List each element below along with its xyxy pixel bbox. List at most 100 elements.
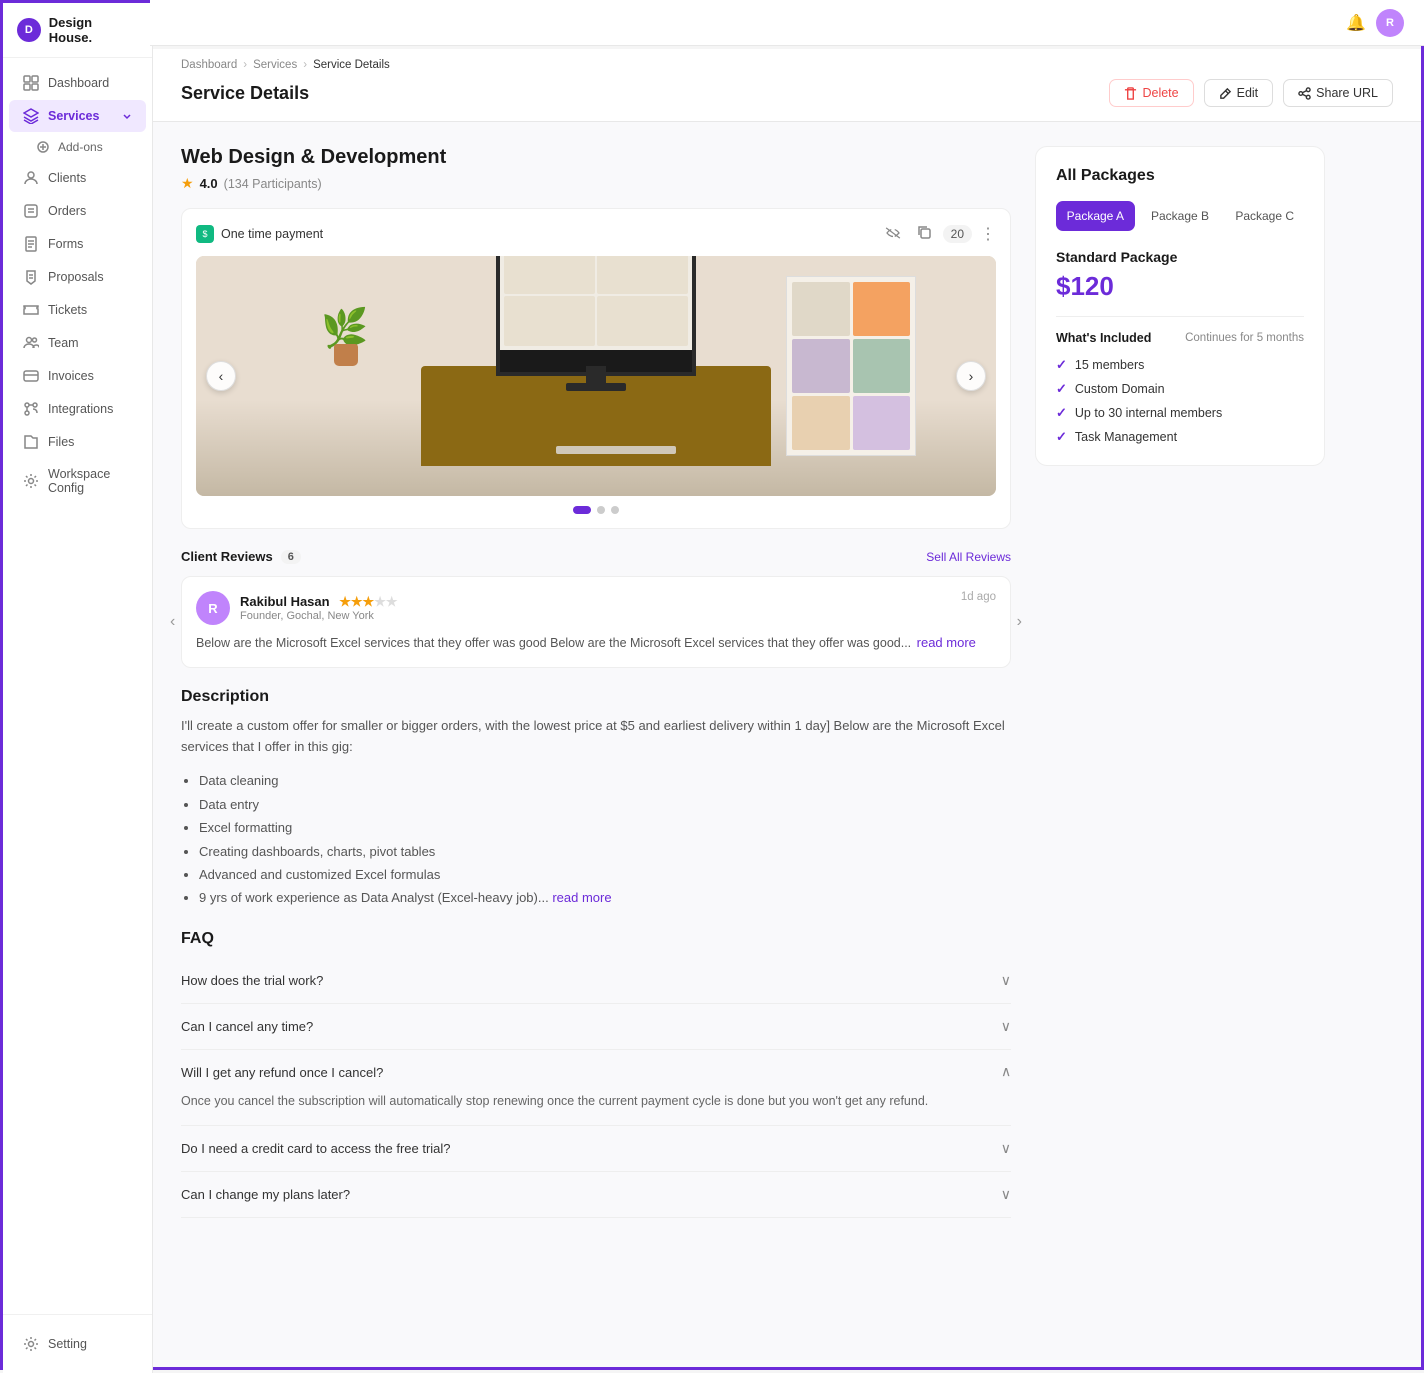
sidebar-item-addons[interactable]: Add-ons [3, 133, 152, 161]
sidebar-item-integrations-label: Integrations [48, 402, 113, 416]
brand-name: Design House. [49, 15, 138, 45]
integrations-icon [23, 401, 39, 417]
sidebar-item-tickets-label: Tickets [48, 303, 87, 317]
faq-item-5: Can I change my plans later? ∨ [181, 1172, 1011, 1218]
package-tab-b[interactable]: Package B [1141, 201, 1220, 231]
plant: 🌿 [316, 266, 376, 366]
feature-item-2: ✓ Custom Domain [1056, 381, 1304, 397]
review-stars: ★★★★★ [339, 594, 397, 609]
sidebar: D Design House. Dashboard Services [3, 3, 153, 1373]
reviews-title: Client Reviews 6 [181, 549, 301, 564]
see-all-reviews-link[interactable]: Sell All Reviews [926, 550, 1011, 564]
team-icon [23, 335, 39, 351]
review-read-more-link[interactable]: read more [917, 635, 976, 650]
share-button[interactable]: Share URL [1283, 79, 1393, 107]
sidebar-item-dashboard-label: Dashboard [48, 76, 109, 90]
reviews-header: Client Reviews 6 Sell All Reviews [181, 549, 1011, 564]
mood-card-4 [853, 339, 911, 393]
sidebar-item-team[interactable]: Team [9, 327, 146, 359]
review-next-button[interactable]: › [1017, 613, 1022, 631]
media-actions: 20 ⋮ [881, 223, 996, 244]
breadcrumb-current: Service Details [313, 59, 390, 71]
payment-type-label: $ One time payment [196, 225, 323, 243]
reviewer-role: Founder, Gochal, New York [240, 610, 398, 622]
breadcrumb-services[interactable]: Services [253, 59, 297, 71]
files-icon [23, 434, 39, 450]
clients-icon [23, 170, 39, 186]
review-header: R Rakibul Hasan ★★★★★ Founder, Gochal, N… [196, 591, 996, 625]
faq-item-1: How does the trial work? ∨ [181, 958, 1011, 1004]
package-tab-c[interactable]: Package C [1225, 201, 1304, 231]
avatar[interactable]: R [1376, 9, 1404, 37]
faq-chevron-down-icon: ∨ [1001, 1140, 1011, 1157]
sidebar-item-services[interactable]: Services [9, 100, 146, 132]
carousel-next-button[interactable]: › [956, 361, 986, 391]
sidebar-item-dashboard[interactable]: Dashboard [9, 67, 146, 99]
topbar: 🔔 R [150, 0, 1424, 46]
sidebar-item-addons-label: Add-ons [58, 140, 103, 154]
more-options-icon[interactable]: ⋮ [980, 224, 996, 244]
notification-bell-icon[interactable]: 🔔 [1346, 13, 1366, 33]
description-read-more-link[interactable]: read more [552, 890, 611, 905]
sidebar-item-team-label: Team [48, 336, 79, 350]
monitor-screen [500, 256, 692, 350]
feature-item-3: ✓ Up to 30 internal members [1056, 405, 1304, 421]
logo[interactable]: D Design House. [3, 3, 152, 58]
sidebar-bottom: Setting [3, 1314, 152, 1373]
reviewer-details: Rakibul Hasan ★★★★★ Founder, Gochal, New… [240, 594, 398, 622]
list-item: Excel formatting [199, 816, 1011, 839]
breadcrumb-dashboard[interactable]: Dashboard [181, 59, 237, 71]
faq-question-1[interactable]: How does the trial work? ∨ [181, 972, 1011, 989]
faq-section: FAQ How does the trial work? ∨ Can I can… [181, 930, 1011, 1218]
eye-hide-icon[interactable] [881, 224, 905, 244]
left-column: Web Design & Development ★ 4.0 (134 Part… [181, 146, 1011, 1218]
check-icon: ✓ [1056, 357, 1067, 373]
copy-icon[interactable] [913, 223, 935, 244]
sidebar-item-files[interactable]: Files [9, 426, 146, 458]
sidebar-item-tickets[interactable]: Tickets [9, 294, 146, 326]
media-count: 20 [943, 225, 972, 243]
review-prev-button[interactable]: ‹ [170, 613, 175, 631]
mood-card-5 [792, 396, 850, 450]
faq-question-5[interactable]: Can I change my plans later? ∨ [181, 1186, 1011, 1203]
faq-question-4[interactable]: Do I need a credit card to access the fr… [181, 1140, 1011, 1157]
sidebar-item-clients[interactable]: Clients [9, 162, 146, 194]
page-title: Service Details [181, 83, 309, 104]
sidebar-item-invoices[interactable]: Invoices [9, 360, 146, 392]
sidebar-item-workspace-config[interactable]: Workspace Config [9, 459, 146, 503]
faq-chevron-down-icon: ∨ [1001, 1018, 1011, 1035]
delete-button[interactable]: Delete [1109, 79, 1193, 107]
desk-scene-illustration: 🌿 [196, 256, 996, 496]
workspace-config-icon [23, 473, 39, 489]
continues-text: Continues for 5 months [1185, 332, 1304, 344]
carousel-dot-2[interactable] [597, 506, 605, 514]
sidebar-item-integrations[interactable]: Integrations [9, 393, 146, 425]
faq-question-2[interactable]: Can I cancel any time? ∨ [181, 1018, 1011, 1035]
sidebar-item-forms[interactable]: Forms [9, 228, 146, 260]
share-icon [1298, 87, 1311, 100]
monitor-card-1 [504, 256, 595, 294]
sidebar-item-proposals[interactable]: Proposals [9, 261, 146, 293]
proposals-icon [23, 269, 39, 285]
rating-value: 4.0 [200, 176, 218, 191]
page-header: Dashboard › Services › Service Details S… [153, 49, 1421, 122]
faq-chevron-down-icon: ∨ [1001, 1186, 1011, 1203]
faq-question-3[interactable]: Will I get any refund once I cancel? ∨ [181, 1064, 1011, 1081]
check-icon: ✓ [1056, 429, 1067, 445]
sidebar-item-files-label: Files [48, 435, 74, 449]
invoices-icon [23, 368, 39, 384]
mood-card-1 [792, 282, 850, 336]
packages-title: All Packages [1056, 167, 1304, 185]
sidebar-item-clients-label: Clients [48, 171, 86, 185]
topbar-icons: 🔔 R [1346, 9, 1404, 37]
chevron-icon [122, 111, 132, 121]
breadcrumb-sep-2: › [303, 59, 307, 71]
edit-button[interactable]: Edit [1204, 79, 1274, 107]
sidebar-item-orders[interactable]: Orders [9, 195, 146, 227]
sidebar-item-setting[interactable]: Setting [9, 1328, 146, 1360]
carousel-dot-3[interactable] [611, 506, 619, 514]
carousel-prev-button[interactable]: ‹ [206, 361, 236, 391]
carousel-dot-1[interactable] [573, 506, 591, 514]
package-price: $120 [1056, 271, 1304, 302]
package-tab-a[interactable]: Package A [1056, 201, 1135, 231]
